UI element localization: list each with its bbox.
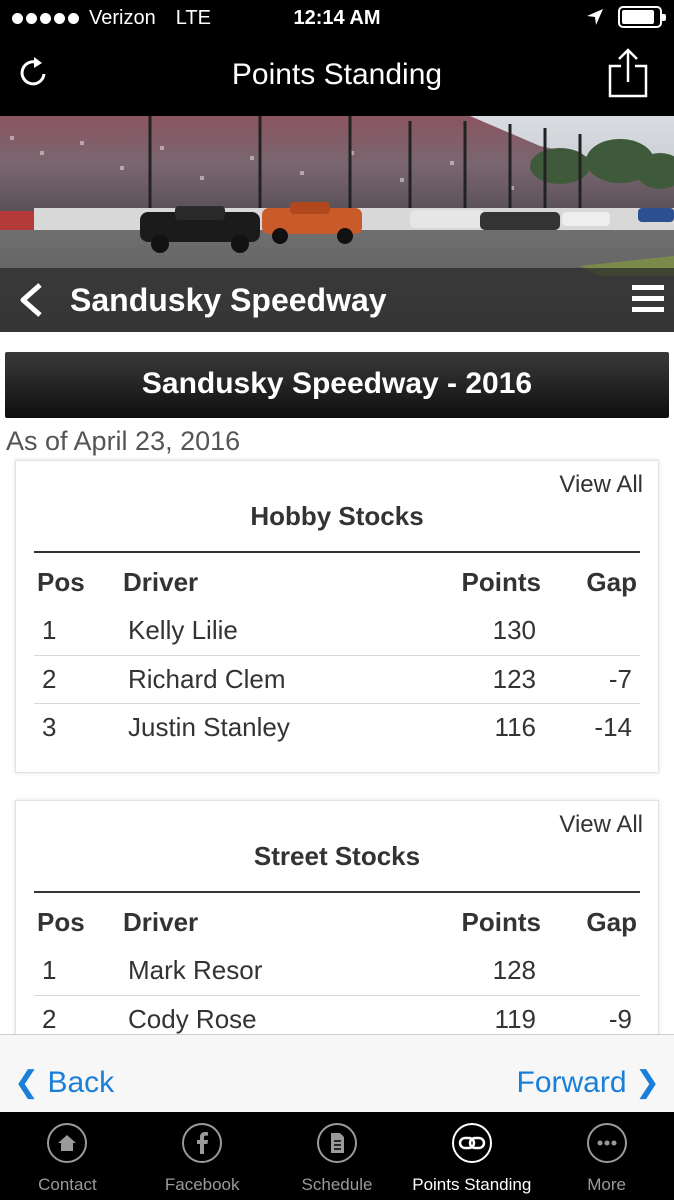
column-header-points: Points — [461, 906, 541, 937]
tab-label: Schedule — [301, 1175, 373, 1194]
home-icon — [47, 1123, 88, 1163]
standings-table: Pos Driver Points Gap 1 Mark Resor 128 2… — [34, 897, 640, 1034]
standings-table: Pos Driver Points Gap 1 Kelly Lilie 130 … — [34, 557, 640, 751]
table-header-row: Pos Driver Points Gap — [34, 557, 640, 607]
share-icon[interactable] — [608, 48, 648, 98]
status-bar: Verizon LTE 12:14 AM — [0, 0, 674, 36]
cell-driver: Richard Clem — [120, 654, 407, 703]
tab-more[interactable]: More — [539, 1112, 674, 1200]
header-divider — [34, 551, 640, 553]
tab-bar: Contact Facebook Schedule Points Standin… — [0, 1112, 674, 1200]
page-title: Points Standing — [231, 58, 443, 91]
cell-points: 119 — [390, 994, 544, 1034]
cell-pos: 1 — [42, 615, 57, 646]
column-header-pos: Pos — [37, 566, 85, 597]
cell-gap — [544, 607, 640, 655]
hamburger-menu-icon[interactable] — [632, 284, 664, 314]
cell-driver: Mark Resor — [128, 955, 263, 986]
cell-pos: 2 — [34, 654, 120, 703]
cell-driver: Kelly Lilie — [128, 615, 238, 646]
tab-label: Points Standing — [412, 1175, 532, 1194]
facebook-icon — [182, 1123, 223, 1163]
table-row: 2 Cody Rose 119 -9 — [34, 994, 640, 1034]
cell-driver: Justin Stanley — [120, 702, 407, 751]
column-header-gap: Gap — [586, 906, 637, 937]
division-title: Hobby Stocks — [250, 501, 424, 531]
tab-schedule[interactable]: Schedule — [270, 1112, 405, 1200]
view-all-link[interactable]: View All — [559, 471, 643, 499]
cell-gap: -7 — [544, 654, 640, 703]
table-header-row: Pos Driver Points Gap — [34, 897, 640, 947]
status-time: 12:14 AM — [293, 7, 381, 29]
cell-points: 116 — [406, 702, 544, 751]
header-divider — [34, 891, 640, 893]
division-title: Street Stocks — [253, 841, 421, 871]
standings-card-street-stocks: View All Street Stocks Pos Driver Points… — [15, 800, 659, 1034]
table-row: 1 Mark Resor 128 — [34, 947, 640, 995]
tab-label: Facebook — [164, 1175, 240, 1194]
standings-content[interactable]: Sandusky Speedway - 2016 As of April 23,… — [0, 332, 674, 1034]
cell-gap: -9 — [544, 994, 640, 1034]
column-header-gap: Gap — [586, 566, 637, 597]
tab-contact[interactable]: Contact — [0, 1112, 135, 1200]
more-icon — [586, 1123, 627, 1163]
cell-points: 128 — [492, 955, 536, 986]
tab-facebook[interactable]: Facebook — [135, 1112, 270, 1200]
cell-points: 123 — [406, 654, 544, 703]
column-header-driver: Driver — [123, 906, 199, 937]
forward-button[interactable]: Forward ❯ — [517, 1065, 661, 1100]
location-arrow-icon — [587, 9, 603, 25]
cell-points: 130 — [492, 615, 536, 646]
table-row: 1 Kelly Lilie 130 — [34, 607, 640, 655]
status-right — [586, 6, 666, 28]
cell-pos: 3 — [34, 702, 120, 751]
web-navigation-bar: ❮ Back Forward ❯ — [0, 1034, 674, 1112]
table-row: 3 Justin Stanley 116 -14 — [34, 702, 640, 751]
navigation-bar: Points Standing — [0, 36, 674, 116]
column-header-driver: Driver — [123, 566, 199, 597]
as-of-date: As of April 23, 2016 — [6, 426, 241, 456]
tab-label: Contact — [38, 1175, 97, 1194]
cell-gap: -14 — [544, 702, 640, 751]
column-header-points: Points — [461, 566, 541, 597]
document-icon — [316, 1123, 357, 1163]
tab-points-standing[interactable]: Points Standing — [404, 1112, 539, 1200]
back-chevron-icon[interactable] — [18, 282, 44, 318]
battery-icon — [618, 6, 666, 28]
view-all-link[interactable]: View All — [559, 811, 643, 839]
tab-label: More — [587, 1175, 626, 1194]
cell-pos: 2 — [34, 994, 120, 1034]
table-row: 2 Richard Clem 123 -7 — [34, 654, 640, 703]
link-icon — [451, 1123, 492, 1163]
hero-banner: Sandusky Speedway — [0, 116, 674, 332]
cell-driver: Cody Rose — [120, 994, 391, 1034]
season-header: Sandusky Speedway - 2016 — [5, 352, 669, 418]
column-header-pos: Pos — [37, 906, 85, 937]
standings-card-hobby-stocks: View All Hobby Stocks Pos Driver Points … — [15, 460, 659, 773]
cell-pos: 1 — [42, 955, 57, 986]
venue-title: Sandusky Speedway — [70, 282, 387, 318]
back-button[interactable]: ❮ Back — [14, 1065, 114, 1100]
cell-gap — [544, 947, 640, 995]
